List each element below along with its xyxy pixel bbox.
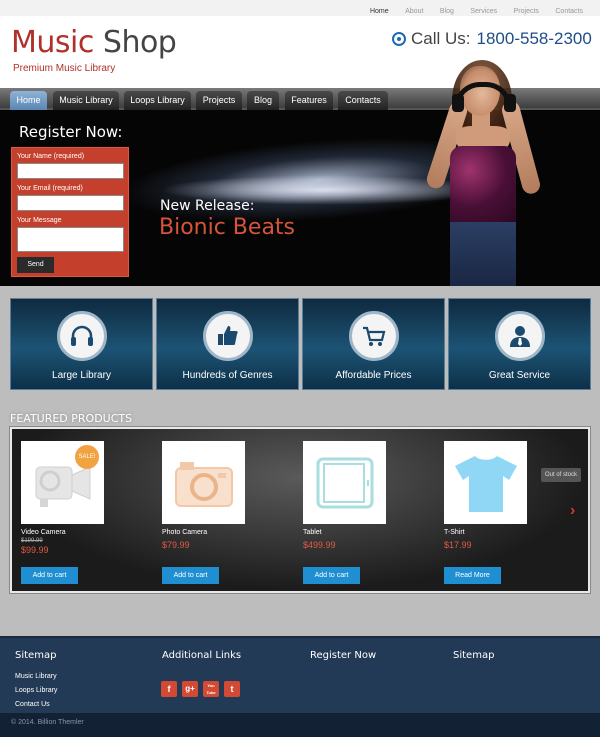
phone-number: 1800-558-2300 bbox=[476, 29, 592, 48]
cart-icon bbox=[349, 311, 399, 361]
thumbs-up-icon bbox=[203, 311, 253, 361]
out-of-stock-badge: Out of stock bbox=[541, 468, 581, 482]
product-image[interactable] bbox=[444, 441, 527, 524]
products-carousel: ‹ › SALE! Video Camera $199.99 $99.99 Ad… bbox=[9, 426, 591, 594]
footer-link-contact-us[interactable]: Contact Us bbox=[15, 701, 50, 708]
nav-music-library[interactable]: Music Library bbox=[53, 91, 119, 110]
logo-accent: Music bbox=[11, 25, 94, 60]
product-price: $17.99 bbox=[444, 540, 472, 550]
copyright: © 2014. Billion Themler bbox=[0, 713, 600, 737]
release-name[interactable]: Bionic Beats bbox=[159, 215, 295, 240]
footer-sitemap2-title: Sitemap bbox=[453, 650, 495, 661]
read-more-button[interactable]: Read More bbox=[444, 567, 501, 584]
name-label: Your Name (required) bbox=[17, 153, 85, 160]
send-button[interactable]: Send bbox=[17, 257, 54, 273]
tagline: Premium Music Library bbox=[13, 63, 116, 74]
youtube-icon[interactable]: You Tube bbox=[203, 681, 219, 697]
feature-hundreds-of-genres[interactable]: Hundreds of Genres bbox=[156, 298, 299, 390]
email-label: Your Email (required) bbox=[17, 185, 83, 192]
message-field[interactable] bbox=[17, 227, 124, 252]
top-link-services[interactable]: Services bbox=[470, 8, 497, 15]
phone-icon bbox=[392, 32, 406, 46]
product-image[interactable] bbox=[303, 441, 386, 524]
top-links: Home About Blog Services Projects Contac… bbox=[0, 0, 600, 16]
product-name[interactable]: Photo Camera bbox=[162, 529, 292, 536]
footer-link-loops-library[interactable]: Loops Library bbox=[15, 687, 57, 694]
headphones-icon bbox=[57, 311, 107, 361]
t-shirt-icon bbox=[454, 455, 517, 512]
feature-label: Hundreds of Genres bbox=[182, 370, 273, 381]
nav-projects[interactable]: Projects bbox=[196, 91, 242, 110]
add-to-cart-button[interactable]: Add to cart bbox=[303, 567, 360, 584]
register-title: Register Now: bbox=[19, 123, 123, 141]
tablet-icon bbox=[316, 457, 373, 508]
featured-products-title: FEATURED PRODUCTS bbox=[10, 412, 133, 425]
headphone-cup-left bbox=[452, 94, 464, 112]
model-top bbox=[450, 146, 516, 226]
register-form: Your Name (required) Your Email (require… bbox=[11, 147, 129, 277]
model-jeans bbox=[450, 222, 516, 286]
nav-features[interactable]: Features bbox=[285, 91, 333, 110]
product-card: Tablet $499.99 Add to cart bbox=[303, 441, 433, 584]
footer-link-music-library[interactable]: Music Library bbox=[15, 673, 57, 680]
nav-blog[interactable]: Blog bbox=[247, 91, 279, 110]
product-card: Photo Camera $79.99 Add to cart bbox=[162, 441, 292, 584]
feature-label: Large Library bbox=[52, 370, 111, 381]
google-plus-icon[interactable]: g+ bbox=[182, 681, 198, 697]
product-image[interactable] bbox=[162, 441, 245, 524]
feature-affordable-prices[interactable]: Affordable Prices bbox=[302, 298, 445, 390]
footer-sitemap-title: Sitemap bbox=[15, 650, 57, 661]
feature-label: Affordable Prices bbox=[335, 370, 412, 381]
logo[interactable]: Music Shop bbox=[11, 25, 177, 60]
name-field[interactable] bbox=[17, 163, 124, 179]
product-name[interactable]: Tablet bbox=[303, 529, 433, 536]
nav-loops-library[interactable]: Loops Library bbox=[124, 91, 191, 110]
add-to-cart-button[interactable]: Add to cart bbox=[21, 567, 78, 584]
product-name[interactable]: Video Camera bbox=[21, 529, 151, 536]
feature-label: Great Service bbox=[488, 370, 551, 381]
person-icon bbox=[495, 311, 545, 361]
facebook-icon[interactable]: f bbox=[161, 681, 177, 697]
footer-register-title: Register Now bbox=[310, 650, 377, 661]
top-link-about[interactable]: About bbox=[405, 8, 423, 15]
photo-camera-icon bbox=[174, 461, 233, 507]
footer-additional-links-title: Additional Links bbox=[162, 650, 242, 661]
logo-rest: Shop bbox=[93, 25, 177, 60]
feature-great-service[interactable]: Great Service bbox=[448, 298, 591, 390]
product-name[interactable]: T-Shirt bbox=[444, 529, 574, 536]
top-link-projects[interactable]: Projects bbox=[514, 8, 539, 15]
top-link-home[interactable]: Home bbox=[370, 8, 389, 15]
nav-home[interactable]: Home bbox=[10, 91, 47, 110]
feature-large-library[interactable]: Large Library bbox=[10, 298, 153, 390]
product-image[interactable]: SALE! bbox=[21, 441, 104, 524]
product-price: $79.99 bbox=[162, 540, 190, 550]
product-card: T-Shirt $17.99 Read More bbox=[444, 441, 574, 584]
product-old-price: $199.99 bbox=[21, 538, 43, 544]
new-release-label: New Release: bbox=[160, 198, 255, 214]
add-to-cart-button[interactable]: Add to cart bbox=[162, 567, 219, 584]
phone-contact: Call Us: 1800-558-2300 bbox=[392, 29, 592, 49]
twitter-icon[interactable]: t bbox=[224, 681, 240, 697]
nav-contacts[interactable]: Contacts bbox=[338, 91, 388, 110]
phone-label: Call Us: bbox=[411, 29, 471, 48]
footer: Sitemap Music Library Loops Library Cont… bbox=[0, 636, 600, 713]
product-card: SALE! Video Camera $199.99 $99.99 Add to… bbox=[21, 441, 151, 584]
message-label: Your Message bbox=[17, 217, 62, 224]
headphone-cup-right bbox=[504, 94, 516, 112]
sale-badge: SALE! bbox=[75, 445, 99, 469]
model-image bbox=[420, 60, 550, 286]
top-link-contacts[interactable]: Contacts bbox=[555, 8, 583, 15]
product-price: $99.99 bbox=[21, 545, 49, 555]
product-price: $499.99 bbox=[303, 540, 336, 550]
email-field[interactable] bbox=[17, 195, 124, 211]
top-link-blog[interactable]: Blog bbox=[440, 8, 454, 15]
